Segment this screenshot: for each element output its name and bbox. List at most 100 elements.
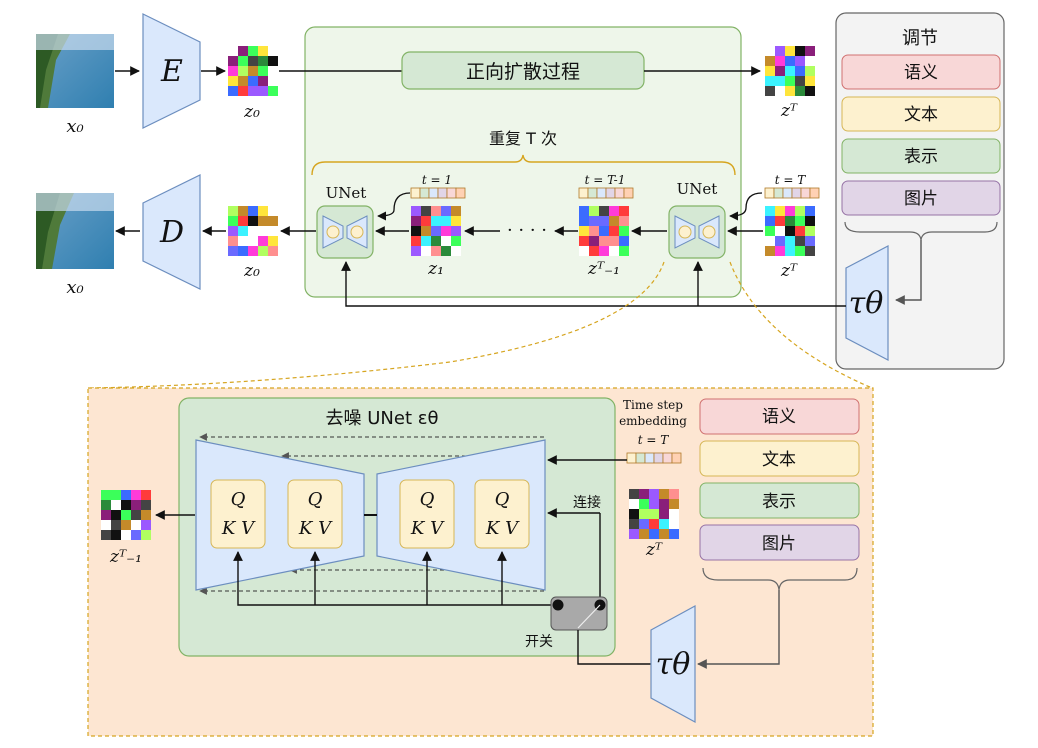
latent-cell xyxy=(258,86,268,96)
qkv4-kv: K V xyxy=(485,518,520,539)
latent-cell xyxy=(248,56,258,66)
latent-cell xyxy=(121,510,131,520)
latent-cell xyxy=(765,246,775,256)
latent-cell xyxy=(785,56,795,66)
embedding-cell xyxy=(653,452,664,464)
embedding-cell xyxy=(446,187,457,199)
latent-cell xyxy=(411,206,421,216)
latent-cell xyxy=(795,76,805,86)
embedding-cell xyxy=(800,187,811,199)
latent-cell xyxy=(579,216,589,226)
latent-cell xyxy=(268,86,278,96)
embedding-cell xyxy=(662,452,673,464)
latent-cell xyxy=(101,520,111,530)
embedding-cell xyxy=(623,187,634,199)
qkv3-q: Q xyxy=(420,489,435,510)
latent-cell xyxy=(268,76,278,86)
latent-cell xyxy=(599,246,609,256)
latent-cell xyxy=(431,236,441,246)
latent-cell xyxy=(669,489,679,499)
latent-cell xyxy=(649,489,659,499)
z1-label: z₁ xyxy=(427,259,444,279)
latent-cell xyxy=(599,216,609,226)
latent-cell xyxy=(659,489,669,499)
tT1-label: t = T-1 xyxy=(585,173,626,187)
qkv-block-3: Q K V xyxy=(399,479,455,549)
latent-cell xyxy=(411,246,421,256)
latent-cell xyxy=(421,216,431,226)
latent-cell xyxy=(121,530,131,540)
encoder-label: E xyxy=(160,54,183,89)
latent-cell xyxy=(238,56,248,66)
latent-cell xyxy=(258,76,268,86)
latent-cell xyxy=(775,226,785,236)
tau-label-top: τθ xyxy=(849,286,884,321)
latent-cell xyxy=(131,530,141,540)
latent-cell xyxy=(785,246,795,256)
latent-cell xyxy=(639,519,649,529)
qkv-block-1: Q K V xyxy=(210,479,266,549)
detail-zin-label: zᵀ xyxy=(645,540,663,560)
latent-cell xyxy=(101,490,111,500)
latent-cell xyxy=(619,226,629,236)
latent-cell xyxy=(228,76,238,86)
latent-cell xyxy=(775,46,785,56)
latent-cell xyxy=(795,66,805,76)
conditioning-title: 调节 xyxy=(902,28,938,49)
cond-label-3: 图片 xyxy=(904,189,938,209)
latent-cell xyxy=(785,216,795,226)
latent-cell xyxy=(589,206,599,216)
latent-cell xyxy=(669,519,679,529)
x0-input-image xyxy=(36,34,114,108)
latent-cell xyxy=(669,529,679,539)
latent-cell xyxy=(795,216,805,226)
latent-cell xyxy=(619,216,629,226)
latent-cell xyxy=(248,66,258,76)
tT-label: t = T xyxy=(775,173,807,187)
latent-z0-output xyxy=(228,206,278,256)
latent-cell xyxy=(805,236,815,246)
latent-cell xyxy=(669,509,679,519)
switch-node-left xyxy=(552,599,564,611)
qkv-block-4: Q K V xyxy=(474,479,530,549)
latent-cell xyxy=(238,236,248,246)
latent-cell xyxy=(228,206,238,216)
latent-cell xyxy=(659,519,669,529)
latent-cell xyxy=(775,86,785,96)
forward-process-label: 正向扩散过程 xyxy=(466,61,580,83)
latent-cell xyxy=(795,206,805,216)
latent-cell xyxy=(579,246,589,256)
detail-tT-label: t = T xyxy=(638,433,670,447)
latent-cell xyxy=(451,216,461,226)
latent-cell xyxy=(805,226,815,236)
latent-cell xyxy=(248,206,258,216)
qkv4-q: Q xyxy=(495,489,510,510)
latent-z1 xyxy=(411,206,461,256)
latent-cell xyxy=(238,216,248,226)
detail-cond-label-3: 图片 xyxy=(762,534,796,554)
latent-cell xyxy=(141,510,151,520)
embedding-cell xyxy=(635,452,646,464)
latent-cell xyxy=(619,236,629,246)
unet-right-label: UNet xyxy=(677,180,718,198)
qkv2-q: Q xyxy=(308,489,323,510)
latent-cell xyxy=(659,529,669,539)
latent-cell xyxy=(141,500,151,510)
latent-cell xyxy=(268,246,278,256)
detail-cond-label-1: 文本 xyxy=(762,450,796,470)
latent-cell xyxy=(248,216,258,226)
latent-cell xyxy=(579,236,589,246)
latent-zT-minus-1 xyxy=(579,206,629,256)
latent-cell xyxy=(609,236,619,246)
latent-zT-minus-1-output xyxy=(101,490,151,540)
latent-cell xyxy=(268,216,278,226)
latent-cell xyxy=(629,529,639,539)
latent-cell xyxy=(785,226,795,236)
latent-cell xyxy=(131,520,141,530)
latent-cell xyxy=(609,216,619,226)
latent-cell xyxy=(111,520,121,530)
latent-cell xyxy=(411,236,421,246)
time-embedding-tT xyxy=(764,187,820,199)
x0-output-image xyxy=(36,193,114,269)
latent-cell xyxy=(238,76,248,86)
